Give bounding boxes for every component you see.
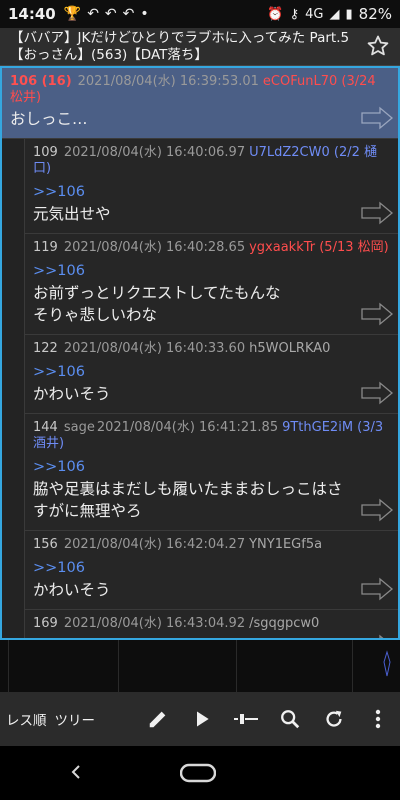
post-number[interactable]: 169	[33, 616, 58, 631]
post-date: 2021/08/04(水) 16:40:06.97	[63, 145, 246, 160]
post-body: 脇や足裏はまだしも履いたままおしっこはさすがに無理やろ	[33, 480, 343, 520]
key-icon: ⚷	[289, 6, 300, 22]
post-body: 元気出せや	[33, 205, 111, 223]
thread-post-list[interactable]: 106 (16) 2021/08/04(水) 16:39:53.01 eCOFunL…	[0, 66, 400, 640]
scroll-indicator-icon	[383, 650, 391, 677]
play-icon	[197, 711, 209, 727]
reply-arrow-icon[interactable]	[360, 498, 394, 522]
thumbnail-strip	[0, 640, 400, 692]
more-icon	[375, 709, 381, 729]
reply-arrow-icon[interactable]	[360, 201, 394, 225]
tab-tree[interactable]: ツリー	[51, 692, 100, 746]
thread-title-bar: 【ババア】JKだけどひとりでラブホに入ってみた Part.5【おっさん】(563…	[0, 28, 400, 66]
trophy-icon: 🏆	[63, 6, 82, 22]
post-body: かわいそう	[33, 581, 111, 599]
post-mail: sage	[63, 420, 95, 435]
post-header: 109 2021/08/04(水) 16:40:06.97 U7LdZ2CW0 (2…	[25, 139, 398, 177]
signal-icon: ◢	[329, 6, 340, 22]
back-icon[interactable]	[66, 760, 86, 784]
reply-anchor-link[interactable]: >>106	[25, 632, 398, 638]
tab-order[interactable]: レス順	[0, 692, 51, 746]
post-header: 119 2021/08/04(水) 16:40:28.65 ygxaakkTr (5…	[25, 234, 398, 256]
thread-post[interactable]: 106 (16) 2021/08/04(水) 16:39:53.01 eCOFunL…	[2, 68, 398, 139]
thread-post[interactable]: 156 2021/08/04(水) 16:42:04.27 YNY1EGf5a >>1…	[24, 531, 398, 610]
reply-anchor-link[interactable]: >>106	[25, 357, 398, 381]
status-bar: 14:40 🏆 ↶ ↶ ↶ • ⏰ ⚷ 4G ◢ ▮ 82%	[0, 0, 400, 28]
post-id[interactable]: YNY1EGf5a	[249, 537, 322, 552]
thread-post[interactable]: 169 2021/08/04(水) 16:43:04.92/sgqgpcw0>>1…	[24, 610, 398, 638]
post-date: 2021/08/04(水) 16:41:21.85	[96, 420, 279, 435]
slider-icon	[234, 714, 258, 724]
reply-anchor-link[interactable]: >>106	[25, 553, 398, 577]
battery-icon: ▮	[345, 6, 353, 22]
post-number[interactable]: 144	[33, 420, 58, 435]
battery-level: 82%	[358, 5, 392, 23]
reply-arrow-icon[interactable]	[360, 106, 394, 130]
clock: 14:40	[8, 5, 56, 23]
post-date: 2021/08/04(水) 16:40:28.65	[63, 240, 246, 255]
post-header: 144 sage 2021/08/04(水) 16:41:21.85 9TthGE2i…	[25, 414, 398, 452]
strip-divider	[118, 640, 119, 692]
network-type: 4G	[305, 6, 324, 22]
reply-anchor-link[interactable]: >>106	[25, 452, 398, 476]
reply-arrow-icon[interactable]	[360, 302, 394, 326]
post-header: 156 2021/08/04(水) 16:42:04.27 YNY1EGf5a	[25, 531, 398, 553]
thread-post[interactable]: 119 2021/08/04(水) 16:40:28.65 ygxaakkTr (5…	[24, 234, 398, 335]
bottom-toolbar: レス順 ツリー	[0, 692, 400, 746]
refresh-icon	[326, 710, 342, 727]
post-date: 2021/08/04(水) 16:43:04.92	[63, 616, 246, 631]
thread-title: 【ババア】JKだけどひとりでラブホに入ってみた Part.5【おっさん】(563…	[10, 30, 350, 63]
search-button[interactable]	[268, 692, 312, 746]
post-header: 106 (16) 2021/08/04(水) 16:39:53.01 eCOFunL…	[2, 68, 398, 106]
post-date: 2021/08/04(水) 16:40:33.60	[63, 341, 246, 356]
reply-arrow-icon[interactable]	[360, 381, 394, 405]
strip-divider	[352, 640, 353, 692]
reply-arrow-icon[interactable]	[360, 577, 394, 601]
search-icon	[281, 710, 300, 729]
post-number[interactable]: 122	[33, 341, 58, 356]
write-button[interactable]	[136, 692, 180, 746]
post-header: 169 2021/08/04(水) 16:43:04.92/sgqgpcw0	[25, 610, 398, 632]
position-slider-button[interactable]	[224, 692, 268, 746]
refresh-button[interactable]	[312, 692, 356, 746]
post-date: 2021/08/04(水) 16:39:53.01	[77, 74, 259, 89]
post-header: 122 2021/08/04(水) 16:40:33.60 h5WOLRKA0	[25, 335, 398, 357]
bookmark-star-icon[interactable]	[366, 34, 390, 58]
reply-icon: ↶	[87, 6, 99, 22]
post-number[interactable]: 109	[33, 145, 58, 160]
reply-anchor-link[interactable]: >>106	[25, 177, 398, 201]
post-number[interactable]: 119	[33, 240, 58, 255]
reply-anchor-link[interactable]: >>106	[25, 256, 398, 280]
system-nav-bar	[0, 746, 400, 800]
reply-icon: ↶	[104, 6, 117, 22]
post-body: おしっこ…	[10, 110, 88, 128]
post-number[interactable]: 106 (16)	[10, 74, 72, 89]
strip-divider	[8, 640, 9, 692]
pencil-icon	[149, 711, 166, 728]
strip-divider	[236, 640, 237, 692]
thread-post[interactable]: 122 2021/08/04(水) 16:40:33.60 h5WOLRKA0 >>1…	[24, 335, 398, 414]
more-menu-button[interactable]	[356, 692, 400, 746]
post-id[interactable]: h5WOLRKA0	[249, 341, 330, 356]
home-pill-icon[interactable]	[180, 763, 216, 783]
reply-icon: ↶	[122, 6, 135, 22]
post-date: 2021/08/04(水) 16:42:04.27	[63, 537, 246, 552]
post-id[interactable]: /sgqgpcw0	[249, 616, 319, 631]
post-body: かわいそう	[33, 385, 111, 403]
dot-icon: •	[140, 6, 149, 22]
alarm-icon: ⏰	[267, 6, 284, 22]
post-id[interactable]: ygxaakkTr (5/13 松岡)	[249, 240, 389, 255]
post-body: お前ずっとリクエストしてたもんな そりゃ悲しいわな	[33, 284, 281, 324]
thread-post[interactable]: 109 2021/08/04(水) 16:40:06.97 U7LdZ2CW0 (2…	[24, 139, 398, 234]
play-button[interactable]	[180, 692, 224, 746]
post-number[interactable]: 156	[33, 537, 58, 552]
thread-post[interactable]: 144 sage 2021/08/04(水) 16:41:21.85 9TthGE2i…	[24, 414, 398, 531]
